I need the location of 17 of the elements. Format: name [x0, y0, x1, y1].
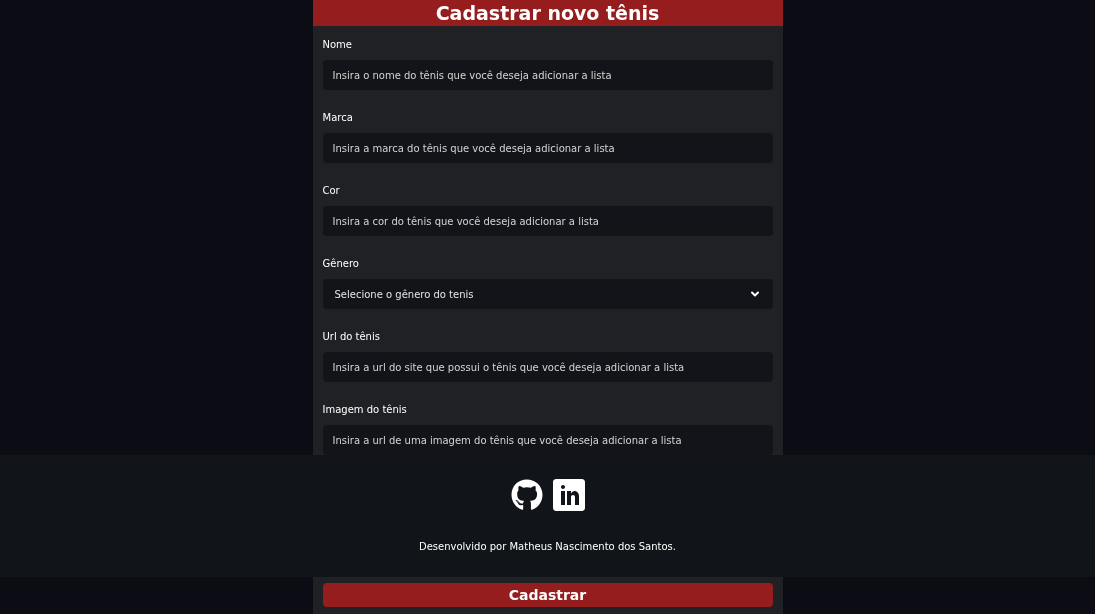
- input-field[interactable]: Insira o nome do tênis que você deseja adicionar a lista: [322, 60, 773, 90]
- field-label: Imagem do tênis: [322, 403, 408, 417]
- field-label: Url do tênis: [322, 330, 381, 344]
- select-field[interactable]: Selecione o gênero do tenis: [322, 279, 773, 309]
- github-icon[interactable]: [510, 479, 543, 511]
- field-label: Cor: [322, 184, 341, 198]
- field-label: Marca: [322, 111, 354, 125]
- input-field[interactable]: Insira a cor do tênis que você deseja adicionar a lista: [322, 206, 773, 236]
- linkedin-icon[interactable]: [552, 479, 585, 511]
- footer-credit: Desenvolvido por Matheus Nascimento dos Santos.: [419, 540, 676, 554]
- input-field[interactable]: Insira a url do site que possui o tênis que você deseja adicionar a lista: [322, 352, 773, 382]
- input-field[interactable]: Insira a url de uma imagem do tênis que você deseja adicionar a lista: [322, 425, 773, 455]
- field-label: Nome: [322, 38, 353, 52]
- field-label: Gênero: [322, 257, 360, 271]
- form-header: Cadastrar novo tênis: [312, 0, 783, 26]
- submit-button[interactable]: Cadastrar: [322, 583, 773, 607]
- input-field[interactable]: Insira a marca do tênis que você deseja adicionar a lista: [322, 133, 773, 163]
